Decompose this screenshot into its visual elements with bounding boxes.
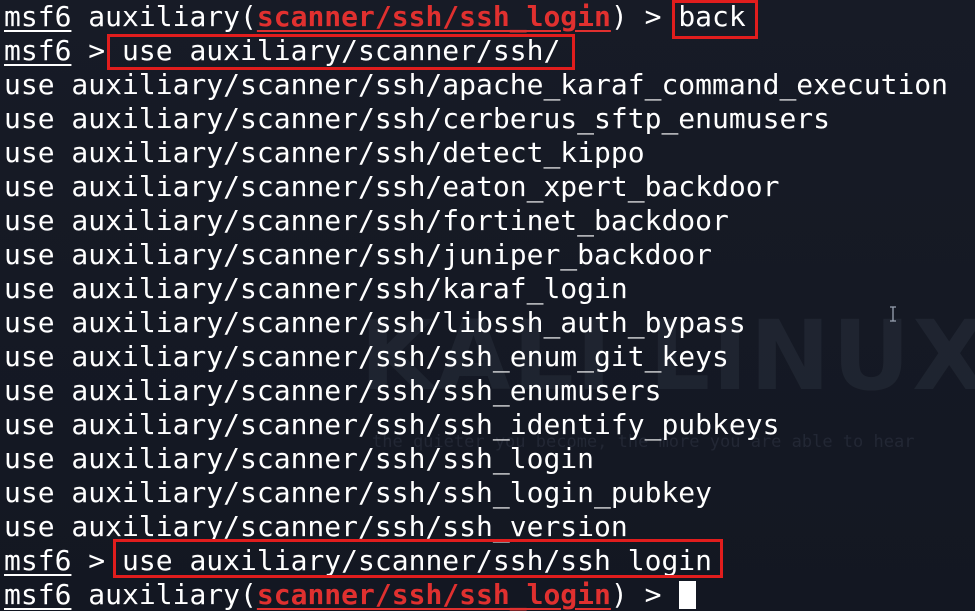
prompt-label: msf6	[4, 578, 72, 611]
prompt-context-close: ) >	[610, 0, 679, 33]
completion-item: use auxiliary/scanner/ssh/ssh_enumusers	[4, 374, 662, 407]
completion-item: use auxiliary/scanner/ssh/juniper_backdo…	[4, 238, 713, 271]
completion-item: use auxiliary/scanner/ssh/karaf_login	[4, 272, 628, 305]
terminal-line-back: msf6 auxiliary(scanner/ssh/ssh_login) > …	[4, 0, 746, 34]
highlight-box-use-full	[113, 539, 723, 578]
block-cursor	[679, 581, 696, 609]
prompt-label: msf6	[4, 544, 72, 577]
completion-item: use auxiliary/scanner/ssh/libssh_auth_by…	[4, 306, 746, 339]
prompt-context-close: ) >	[610, 578, 679, 611]
prompt-context-open: auxiliary(	[71, 0, 257, 33]
completion-item: use auxiliary/scanner/ssh/cerberus_sftp_…	[4, 102, 831, 135]
completion-item: use auxiliary/scanner/ssh/ssh_login_pubk…	[4, 476, 713, 509]
completion-item: use auxiliary/scanner/ssh/detect_kippo	[4, 136, 645, 169]
terminal-line-current-prompt[interactable]: msf6 auxiliary(scanner/ssh/ssh_login) >	[4, 578, 678, 611]
completion-item: use auxiliary/scanner/ssh/ssh_enum_git_k…	[4, 340, 729, 373]
active-module-name: scanner/ssh/ssh_login	[256, 578, 611, 611]
prompt-context-open: auxiliary(	[71, 578, 257, 611]
prompt-label: msf6	[4, 0, 72, 33]
text-ibeam-icon	[890, 306, 896, 322]
prompt-label: msf6	[4, 34, 72, 67]
completion-item: use auxiliary/scanner/ssh/ssh_identify_p…	[4, 408, 780, 441]
completion-item: use auxiliary/scanner/ssh/eaton_xpert_ba…	[4, 170, 780, 203]
highlight-box-back	[672, 0, 758, 39]
completion-item: use auxiliary/scanner/ssh/apache_karaf_c…	[4, 68, 949, 101]
terminal-window[interactable]: KALI LINUX the quieter you become, the m…	[0, 0, 975, 611]
completion-item: use auxiliary/scanner/ssh/ssh_login	[4, 442, 595, 475]
completion-item: use auxiliary/scanner/ssh/fortinet_backd…	[4, 204, 729, 237]
highlight-box-use-partial	[107, 34, 575, 70]
active-module-name: scanner/ssh/ssh_login	[256, 0, 611, 33]
